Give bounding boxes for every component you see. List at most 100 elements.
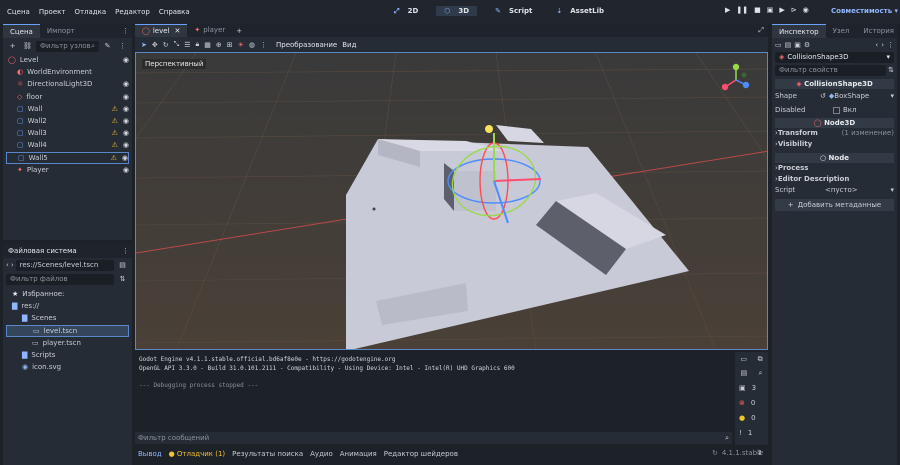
- visibility-eye-icon[interactable]: ◉: [123, 78, 129, 90]
- warning-icon[interactable]: ⚠: [112, 139, 118, 151]
- history-menu-icon[interactable]: ⋮: [887, 41, 894, 49]
- list-select-icon[interactable]: ☰: [184, 41, 190, 49]
- link-icon[interactable]: ⛓: [22, 41, 33, 52]
- load-resource-icon[interactable]: ▤: [785, 41, 792, 49]
- scene-node[interactable]: ▢ Wall4 ⚠ ◉: [6, 139, 129, 151]
- more-icon[interactable]: ⋮: [260, 41, 267, 49]
- play-scene-icon[interactable]: ▶: [779, 6, 784, 14]
- copy-icon[interactable]: ⧉: [758, 355, 763, 364]
- warning-icon[interactable]: ⚠: [112, 127, 118, 139]
- new-resource-icon[interactable]: ▭: [775, 41, 782, 49]
- view-menu[interactable]: Вид: [342, 41, 356, 49]
- workspace-3d[interactable]: ⬡ 3D: [436, 6, 478, 16]
- move-tool-icon[interactable]: ✥: [152, 41, 158, 49]
- more-icon[interactable]: ⋮: [117, 41, 128, 52]
- inspected-node-select[interactable]: ◈ CollisionShape3D ▾: [775, 52, 894, 63]
- bottom-tab[interactable]: Вывод: [138, 450, 162, 458]
- visibility-eye-icon[interactable]: ◉: [123, 139, 129, 151]
- movie-icon[interactable]: ◉: [803, 6, 809, 14]
- checkbox[interactable]: [833, 107, 840, 114]
- menu-item[interactable]: Справка: [159, 8, 190, 16]
- menu-item[interactable]: Проект: [39, 8, 66, 16]
- preview-env-icon[interactable]: ◍: [249, 41, 255, 49]
- file-item[interactable]: ▇ Scenes: [6, 312, 129, 324]
- error-count-row[interactable]: ⊗ 0: [735, 395, 768, 410]
- play-custom-icon[interactable]: ⊳: [791, 6, 797, 14]
- message-count-row[interactable]: ! 1: [735, 425, 768, 440]
- sort-icon[interactable]: ⇅: [117, 274, 128, 285]
- distraction-free-icon[interactable]: ⤢: [758, 26, 764, 35]
- visibility-eye-icon[interactable]: ◉: [123, 127, 129, 139]
- scale-tool-icon[interactable]: ⤡: [174, 40, 180, 49]
- select-tool-icon[interactable]: ➤: [141, 41, 147, 49]
- visibility-eye-icon[interactable]: ◉: [123, 115, 129, 127]
- history-back-icon[interactable]: ‹: [875, 41, 878, 49]
- tab-history[interactable]: История: [856, 24, 900, 38]
- tab-node[interactable]: Узел: [826, 24, 857, 38]
- visibility-group[interactable]: › Visibility: [775, 139, 894, 150]
- rotate-tool-icon[interactable]: ↻: [163, 41, 169, 49]
- warning-icon[interactable]: ⚠: [111, 152, 117, 164]
- scene-node[interactable]: ◇ floor ◉: [6, 91, 129, 103]
- menu-dots-icon[interactable]: ⋮: [122, 247, 129, 255]
- scene-node[interactable]: ▢ Wall3 ⚠ ◉: [6, 127, 129, 139]
- script-attach-icon[interactable]: ✎: [102, 41, 113, 52]
- scene-node[interactable]: ◯ Level ◉: [6, 54, 129, 66]
- scene-node[interactable]: ▢ Wall5 ⚠ ◉: [6, 151, 129, 164]
- chevron-down-icon[interactable]: ▾: [890, 185, 894, 196]
- log-count-row[interactable]: ▣ 3: [735, 380, 768, 395]
- warning-count-row[interactable]: ● 0: [735, 410, 768, 425]
- file-item[interactable]: ▇ Scripts: [6, 349, 129, 361]
- axis-gizmo[interactable]: [719, 63, 753, 97]
- scene-node[interactable]: ☼ DirectionalLight3D ◉: [6, 78, 129, 90]
- path-field[interactable]: res://Scenes/level.tscn: [15, 259, 114, 271]
- bottom-tab[interactable]: Анимация: [340, 450, 377, 458]
- bottom-tab[interactable]: Редактор шейдеров: [384, 450, 458, 458]
- collapse-icon[interactable]: ▤: [741, 369, 748, 377]
- tab-scene[interactable]: Сцена: [3, 24, 40, 38]
- workspace-assetlib[interactable]: ⇣ AssetLib: [550, 7, 610, 15]
- workspace-script[interactable]: ✎ Script: [489, 7, 538, 15]
- remote-debug-icon[interactable]: ▣: [767, 6, 774, 14]
- tab-player[interactable]: ✦ player: [187, 24, 232, 37]
- back-icon[interactable]: ‹: [6, 261, 9, 269]
- warning-icon[interactable]: ⚠: [112, 103, 118, 115]
- file-item[interactable]: ▇ res://: [6, 300, 129, 312]
- preview-sun-icon[interactable]: ☀: [238, 41, 244, 49]
- clear-icon[interactable]: ▭: [740, 355, 747, 363]
- group-icon[interactable]: ▦: [204, 41, 211, 49]
- file-item[interactable]: ◉ icon.svg: [6, 361, 129, 373]
- stop-icon[interactable]: ■: [754, 6, 761, 14]
- scene-node[interactable]: ▢ Wall2 ⚠ ◉: [6, 115, 129, 127]
- menu-dots-icon[interactable]: ⋮: [122, 27, 129, 35]
- bottom-tab[interactable]: ● Отладчик (1): [169, 450, 226, 458]
- tab-import[interactable]: Импорт: [40, 24, 82, 38]
- scene-node[interactable]: ◐ WorldEnvironment: [6, 66, 129, 78]
- file-item[interactable]: ▭ level.tscn: [6, 324, 129, 337]
- file-item[interactable]: ★ Избранное:: [6, 288, 129, 300]
- add-node-icon[interactable]: +: [7, 41, 18, 52]
- tab-inspector[interactable]: Инспектор: [772, 24, 826, 38]
- transform-menu[interactable]: Преобразование: [276, 41, 337, 49]
- resource-menu-icon[interactable]: ⚙: [804, 41, 810, 49]
- forward-icon[interactable]: ›: [11, 261, 14, 269]
- tab-level[interactable]: ◯ level ✕: [135, 24, 188, 37]
- workspace-2d[interactable]: ⤢ 2D: [388, 7, 424, 16]
- chevron-down-icon[interactable]: ▾: [890, 91, 894, 102]
- file-item[interactable]: ▭ player.tscn: [6, 337, 129, 349]
- scene-node[interactable]: ✦ Player ◉: [6, 164, 129, 176]
- visibility-eye-icon[interactable]: ◉: [123, 164, 129, 176]
- menu-item[interactable]: Отладка: [74, 8, 106, 16]
- renderer-select[interactable]: Совместимость ▾: [831, 7, 898, 15]
- visibility-eye-icon[interactable]: ◉: [122, 152, 128, 164]
- play-icon[interactable]: ▶: [725, 6, 730, 14]
- 3d-viewport[interactable]: Перспективный: [135, 52, 768, 350]
- property-filter-input[interactable]: Фильтр свойств: [775, 64, 887, 76]
- filter-options-icon[interactable]: ⇅: [888, 66, 894, 74]
- scene-node[interactable]: ▢ Wall ⚠ ◉: [6, 103, 129, 115]
- local-space-icon[interactable]: ⊕: [216, 41, 222, 49]
- output-filter-input[interactable]: Фильтр сообщений: [138, 434, 725, 442]
- reset-icon[interactable]: ↺: [820, 91, 826, 102]
- search-toggle-icon[interactable]: ⌕: [758, 369, 762, 378]
- expand-icon[interactable]: ⇕: [757, 449, 763, 457]
